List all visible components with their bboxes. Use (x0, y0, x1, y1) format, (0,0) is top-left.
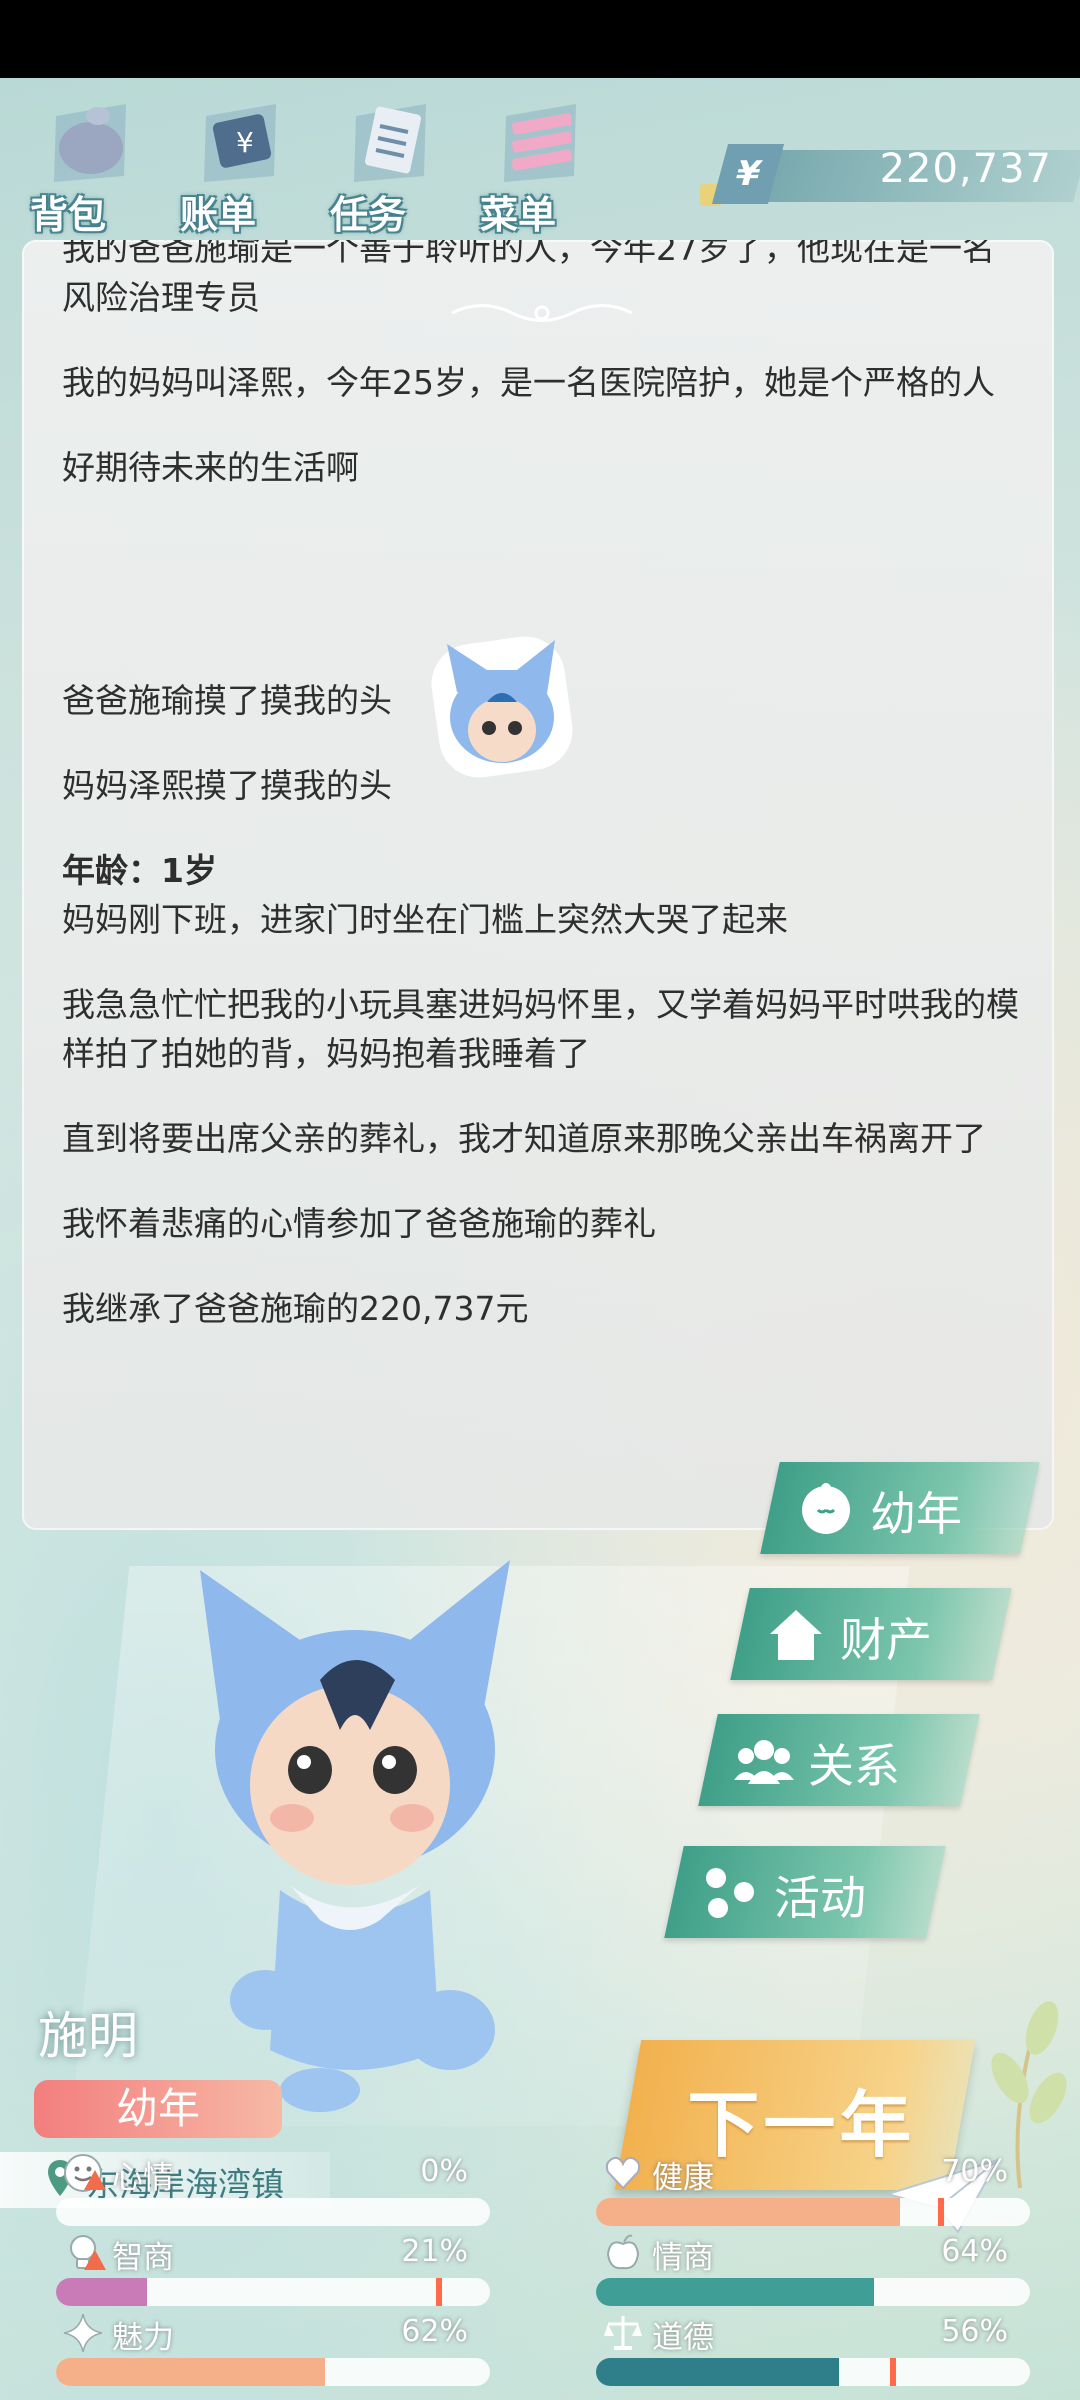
stat-bar (596, 2358, 1030, 2386)
warning-icon (84, 2250, 106, 2270)
story-content: 我的爸爸施瑜是一个善于聆听的人，今年27岁了，他现在是一名风险治理专员 我的妈妈… (62, 240, 1022, 1369)
story-line: 我急急忙忙把我的小玩具塞进妈妈怀里，又学着妈妈平时哄我的模样拍了拍她的背，妈妈抱… (62, 985, 1019, 1073)
story-line: 我的爸爸施瑜是一个善于聆听的人，今年27岁了，他现在是一名风险治理专员 (62, 240, 995, 317)
stage-button-label: 幼年 (870, 1487, 962, 1541)
bill-button[interactable]: ¥ 账单 (170, 88, 310, 238)
people-icon (734, 1740, 794, 1784)
stat-value: 62% (401, 2314, 468, 2349)
stat-bar (596, 2198, 1030, 2226)
svg-text:¥: ¥ (236, 126, 254, 159)
activity-button-content: 活动 (674, 1846, 936, 1938)
assets-button-content: 财产 (740, 1588, 1002, 1680)
stat-label: 道德 (652, 2320, 714, 2356)
story-line: 我继承了爸爸施瑜的220,737元 (62, 1289, 529, 1328)
activity-button-label: 活动 (774, 1871, 866, 1925)
backpack-button[interactable]: 背包 (20, 88, 160, 238)
stat-label: 健康 (652, 2160, 714, 2196)
stat-fill (56, 2358, 326, 2386)
top-nav: 背包 ¥ 账单 任务 菜单 (20, 88, 620, 238)
story-line: 我的妈妈叫泽熙，今年25岁，是一名医院陪护，她是个严格的人 (62, 363, 995, 402)
stat-marker (436, 2278, 442, 2306)
story-log[interactable]: 我的爸爸施瑜是一个善于聆听的人，今年27岁了，他现在是一名风险治理专员 我的妈妈… (22, 240, 1054, 1530)
menu-label: 菜单 (480, 193, 557, 237)
story-line: 妈妈刚下班，进家门时坐在门槛上突然大哭了起来 (62, 900, 788, 939)
stat-label: 心情 (112, 2160, 174, 2196)
stat-bar (56, 2198, 490, 2226)
stat-fill (596, 2198, 900, 2226)
stat-morality: 道德 56% (580, 2310, 1030, 2388)
sparkle-icon (63, 2313, 103, 2353)
apple-icon (606, 2234, 640, 2270)
bag-icon (54, 104, 126, 182)
scale-icon (604, 2316, 642, 2350)
age-heading: 年龄：1岁 (62, 851, 217, 890)
life-stage-badge: 幼年 (34, 2080, 282, 2138)
task-button[interactable]: 任务 (320, 88, 460, 238)
money-value: 220,737 (879, 146, 1052, 192)
bill-label: 账单 (180, 193, 257, 237)
house-icon (770, 1610, 822, 1660)
stat-value: 64% (941, 2234, 1008, 2269)
warning-icon (84, 2170, 106, 2190)
relations-button-content: 关系 (708, 1714, 970, 1806)
stat-bar (56, 2358, 490, 2386)
baby-avatar-icon (431, 636, 573, 778)
stats-panel: 心情 0% 健康 70% 智商 21% 情商 64% 魅力 62% 道德 56% (40, 2150, 1050, 2400)
status-bar (0, 0, 1080, 78)
stat-iq: 智商 21% (40, 2230, 490, 2308)
task-label: 任务 (330, 193, 407, 237)
stat-fill (596, 2358, 840, 2386)
stat-fill (596, 2278, 874, 2306)
activity-icon (706, 1868, 754, 1918)
relations-button-label: 关系 (808, 1739, 900, 1793)
story-line: 好期待未来的生活啊 (62, 448, 359, 487)
stat-value: 21% (401, 2234, 468, 2269)
stage-button[interactable]: 幼年 (760, 1462, 1040, 1554)
stat-label: 情商 (652, 2240, 714, 2276)
story-line: 我怀着悲痛的心情参加了爸爸施瑜的葬礼 (62, 1204, 656, 1243)
menu-button[interactable]: 菜单 (470, 88, 610, 238)
stat-fill (56, 2278, 148, 2306)
heart-icon (605, 2156, 641, 2190)
stat-value: 56% (941, 2314, 1008, 2349)
stat-charm: 魅力 62% (40, 2310, 490, 2388)
character-name: 施明 (38, 2007, 138, 2065)
stat-health: 健康 70% (580, 2150, 1030, 2228)
stat-bar (56, 2278, 490, 2306)
assets-button-label: 财产 (840, 1613, 932, 1667)
stat-label: 智商 (112, 2240, 174, 2276)
menu-icon (504, 104, 576, 182)
stat-bar (596, 2278, 1030, 2306)
stat-marker (938, 2198, 944, 2226)
bill-icon: ¥ (204, 104, 276, 182)
stat-mood: 心情 0% (40, 2150, 490, 2228)
baby-character-icon[interactable] (180, 1530, 530, 2130)
stat-marker (890, 2358, 896, 2386)
activity-button[interactable]: 活动 (664, 1846, 946, 1938)
game-screen: 背包 ¥ 账单 任务 菜单 ¥ 220,737 我的爸爸施瑜是一个善于聆听的人，… (0, 78, 1080, 2400)
baby-face-icon (802, 1483, 850, 1534)
stage-button-content: 幼年 (770, 1462, 1030, 1554)
assets-button[interactable]: 财产 (730, 1588, 1012, 1680)
task-icon (354, 104, 426, 182)
money-display: ¥ 220,737 (700, 140, 1080, 210)
backpack-label: 背包 (30, 193, 107, 237)
stat-value: 70% (941, 2154, 1008, 2189)
stat-label: 魅力 (112, 2320, 174, 2356)
stat-eq: 情商 64% (580, 2230, 1030, 2308)
story-line: 直到将要出席父亲的葬礼，我才知道原来那晚父亲出车祸离开了 (62, 1119, 986, 1158)
stat-value: 0% (420, 2154, 468, 2189)
relations-button[interactable]: 关系 (698, 1714, 980, 1806)
